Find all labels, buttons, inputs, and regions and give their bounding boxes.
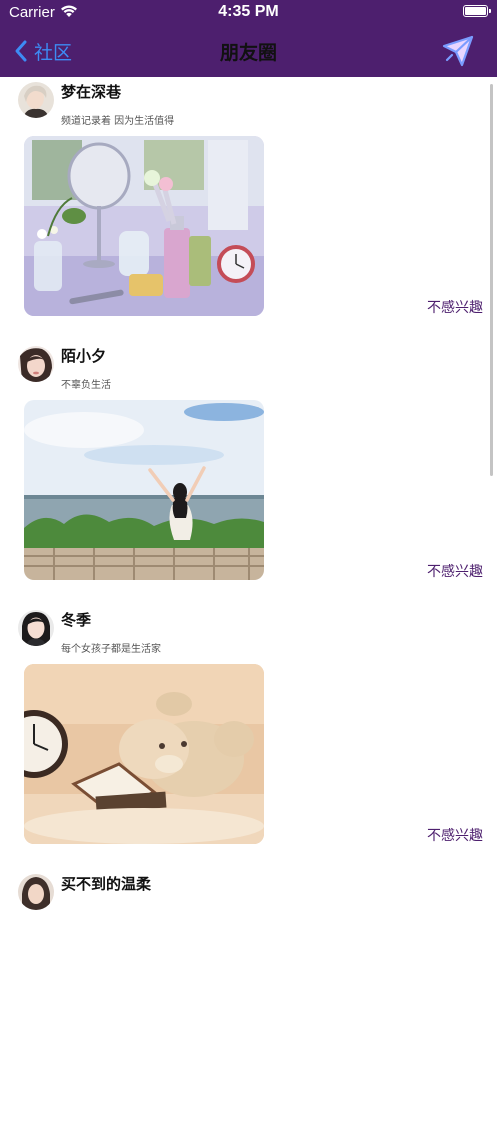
post-bio: 不辜负生活 bbox=[61, 380, 111, 391]
avatar[interactable] bbox=[18, 874, 54, 910]
clock: 4:35 PM bbox=[218, 3, 279, 20]
post-username[interactable]: 陌小夕 bbox=[61, 345, 106, 366]
post-card: 梦在深巷 频道记录着 因为生活值得 不感兴趣 bbox=[0, 78, 497, 342]
avatar[interactable] bbox=[18, 610, 54, 646]
post-card: 买不到的温柔 bbox=[0, 870, 497, 1134]
post-card: 陌小夕 不辜负生活 不感兴趣 bbox=[0, 342, 497, 606]
post-photo-perfume-still-life[interactable] bbox=[24, 136, 264, 316]
post-username[interactable]: 梦在深巷 bbox=[61, 81, 121, 102]
post-photo-plush-toy-clock[interactable] bbox=[24, 664, 264, 844]
not-interested-button[interactable]: 不感兴趣 bbox=[427, 297, 483, 317]
send-post-button[interactable] bbox=[441, 34, 475, 68]
post-photo-seaside-girl[interactable] bbox=[24, 400, 264, 580]
post-card: 冬季 每个女孩子都是生活家 不感兴趣 bbox=[0, 606, 497, 870]
battery-icon bbox=[463, 5, 491, 17]
top-bar: Carrier 4:35 PM 社区 朋友圈 bbox=[0, 0, 497, 77]
avatar[interactable] bbox=[18, 346, 54, 382]
post-bio: 每个女孩子都是生活家 bbox=[61, 644, 161, 655]
nav-bar: 社区 朋友圈 bbox=[0, 26, 497, 77]
post-username[interactable]: 冬季 bbox=[61, 609, 91, 630]
avatar[interactable] bbox=[18, 82, 54, 118]
not-interested-button[interactable]: 不感兴趣 bbox=[427, 825, 483, 845]
paper-plane-icon bbox=[441, 34, 475, 68]
status-bar: Carrier 4:35 PM bbox=[0, 0, 497, 26]
page-title: 朋友圈 bbox=[219, 42, 277, 64]
post-bio: 频道记录着 因为生活值得 bbox=[61, 116, 175, 127]
post-username[interactable]: 买不到的温柔 bbox=[61, 873, 151, 894]
not-interested-button[interactable]: 不感兴趣 bbox=[427, 561, 483, 581]
